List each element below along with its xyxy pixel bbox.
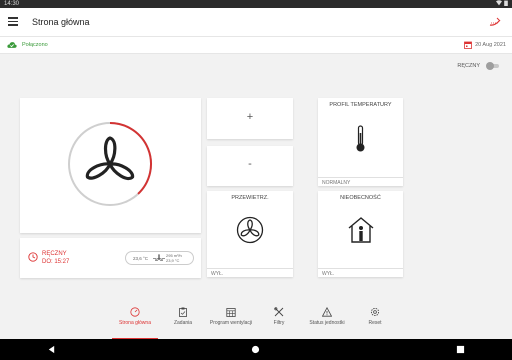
status-time: 14:30 (4, 1, 20, 7)
nav-label: Zadania (173, 320, 193, 326)
decrease-button[interactable]: - (207, 146, 293, 186)
nav-tasks[interactable]: Zadania (160, 303, 206, 339)
calendar-icon[interactable] (464, 41, 472, 49)
tile-footer: WYŁ. (207, 268, 293, 277)
tile-title: PROFIL TEMPERATURY (329, 102, 392, 108)
thermometer-icon (356, 125, 365, 152)
system-navigation-bar (0, 339, 512, 360)
connection-status: Połączono (22, 42, 48, 48)
tile-footer: NORMALNY (318, 177, 403, 186)
clipboard-icon (179, 307, 187, 317)
tile-footer: WYŁ. (318, 268, 403, 277)
gear-icon (370, 307, 380, 317)
current-date: 20 Aug 2021 (475, 42, 506, 48)
nav-label: Filtry (273, 320, 285, 326)
fan-speed-dial[interactable] (20, 98, 201, 233)
fan-arrow-icon (153, 254, 165, 261)
ventilate-tile[interactable]: PRZEWIETRZ. WYŁ. (207, 191, 293, 277)
status-bar: 14:30 (0, 0, 512, 8)
nav-home[interactable]: Strona główna (112, 303, 158, 339)
nav-unit-status[interactable]: Status jednostki (304, 303, 350, 339)
tools-icon (274, 307, 284, 317)
mode-status-card: RĘCZNY DO: 15:27 23,6 °C 295 m³/h 23,9 °… (20, 238, 201, 278)
speedometer-icon (130, 307, 140, 317)
brand-logo-icon (489, 17, 501, 26)
house-person-icon (348, 217, 374, 243)
cloud-check-icon (7, 42, 17, 48)
wifi-icon (496, 0, 503, 6)
nav-filters[interactable]: Filtry (256, 303, 302, 339)
temperature-profile-tile[interactable]: PROFIL TEMPERATURY NORMALNY (318, 98, 403, 186)
hamburger-icon[interactable] (8, 17, 18, 26)
plus-label: + (246, 111, 254, 123)
manual-mode-label: RĘCZNY (457, 63, 480, 69)
airflow-readout: 295 m³/h 23,9 °C (166, 253, 182, 263)
calendar-icon (226, 308, 236, 317)
nav-ventilation-program[interactable]: Program wentylacji (208, 303, 254, 339)
tile-title: PRZEWIETRZ. (231, 195, 269, 201)
fan-speed-card[interactable] (20, 98, 201, 233)
app-bar: Strona główna (0, 8, 512, 36)
mode-until: DO: 15:27 (42, 259, 70, 265)
increase-button[interactable]: + (207, 98, 293, 139)
status-icons (496, 0, 508, 8)
page-title: Strona główna (32, 17, 90, 27)
connection-bar: Połączono 20 Aug 2021 (0, 36, 512, 54)
toggle-knob (486, 62, 494, 70)
unit-readout: 23,6 °C 295 m³/h 23,9 °C (125, 251, 194, 265)
nav-label: Reset (368, 320, 382, 326)
battery-icon (504, 1, 508, 7)
clock-icon (28, 252, 38, 262)
indoor-temp: 23,9 °C (166, 258, 180, 263)
manual-mode-toggle[interactable] (486, 62, 500, 70)
home-icon[interactable] (251, 345, 260, 354)
recents-icon[interactable] (456, 345, 465, 354)
bottom-navigation: Strona główna Zadania Program wentylacji… (112, 303, 402, 339)
outdoor-temp: 23,6 °C (133, 256, 149, 261)
nav-reset[interactable]: Reset (352, 303, 398, 339)
fan-blades-icon (85, 136, 135, 180)
fan-circle-icon (236, 216, 264, 244)
nav-label: Strona główna (119, 320, 151, 326)
absence-tile[interactable]: NIEOBECNOŚĆ WYŁ. (318, 191, 403, 277)
minus-label: - (248, 158, 252, 170)
tile-title: NIEOBECNOŚĆ (340, 195, 381, 201)
speed-arc (109, 122, 152, 195)
nav-label: Status jednostki (309, 320, 345, 326)
nav-label: Program wentylacji (209, 320, 253, 326)
mode-text: RĘCZNY DO: 15:27 (42, 250, 69, 266)
back-icon[interactable] (47, 345, 56, 354)
warning-icon (322, 307, 332, 317)
mode-name: RĘCZNY (42, 251, 67, 257)
